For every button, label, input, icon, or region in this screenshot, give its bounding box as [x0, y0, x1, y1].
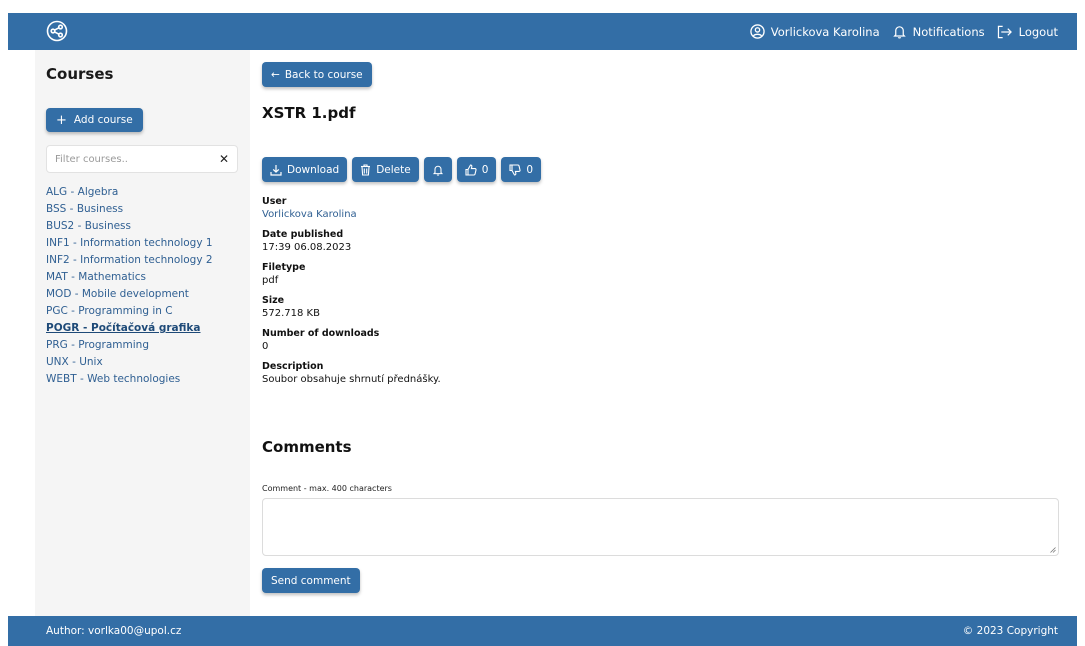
resize-grip-icon[interactable] — [1050, 547, 1056, 553]
footer-copyright: © 2023 Copyright — [962, 625, 1058, 637]
send-comment-button[interactable]: Send comment — [262, 568, 360, 593]
download-icon — [270, 164, 282, 176]
logout-link[interactable]: Logout — [997, 25, 1058, 39]
filetype-field: Filetype pdf — [262, 262, 441, 287]
date-published-field: Date published 17:39 06.08.2023 — [262, 229, 441, 254]
comment-textarea[interactable] — [262, 498, 1059, 556]
course-list: ALG - Algebra BSS - Business BUS2 - Busi… — [46, 184, 213, 388]
user-circle-icon — [750, 24, 765, 39]
add-course-button[interactable]: + Add course — [46, 108, 143, 132]
file-actions: Download Delete 0 0 — [262, 157, 546, 182]
field-value: pdf — [262, 275, 279, 286]
user-link[interactable]: Vorlickova Karolina — [262, 208, 441, 221]
like-button[interactable]: 0 — [456, 157, 497, 182]
course-item[interactable]: BSS - Business — [46, 201, 213, 218]
field-label: Number of downloads — [262, 328, 380, 339]
download-button[interactable]: Download — [262, 157, 348, 182]
field-value: 0 — [262, 341, 269, 352]
course-item[interactable]: INF1 - Information technology 1 — [46, 235, 213, 252]
field-label: Filetype — [262, 262, 306, 273]
share-logo-icon[interactable] — [46, 20, 68, 42]
course-item[interactable]: MAT - Mathematics — [46, 269, 213, 286]
courses-sidebar: Courses + Add course ✕ ALG - Algebra BSS… — [35, 50, 250, 616]
course-item[interactable]: ALG - Algebra — [46, 184, 213, 201]
course-item[interactable]: PGC - Programming in C — [46, 303, 213, 320]
field-value: Soubor obsahuje shrnutí přednášky. — [262, 374, 441, 385]
file-details: User Vorlickova Karolina Date published … — [262, 196, 441, 394]
field-label: Date published — [262, 229, 344, 240]
course-item[interactable]: WEBT - Web technologies — [46, 371, 213, 388]
logout-icon — [997, 25, 1012, 38]
filter-courses-input[interactable] — [47, 146, 207, 172]
delete-label: Delete — [376, 163, 411, 176]
downloads-field: Number of downloads 0 — [262, 328, 441, 353]
comment-label: Comment - max. 400 characters — [262, 484, 392, 493]
comments-title: Comments — [262, 438, 352, 456]
field-label: Size — [262, 295, 285, 306]
back-to-course-button[interactable]: ← Back to course — [262, 62, 372, 87]
logout-label: Logout — [1018, 24, 1058, 39]
dislike-count: 0 — [526, 163, 534, 176]
course-item[interactable]: UNX - Unix — [46, 354, 213, 371]
send-comment-label: Send comment — [271, 574, 351, 587]
description-field: Description Soubor obsahuje shrnutí před… — [262, 361, 441, 386]
file-title: XSTR 1.pdf — [262, 104, 356, 122]
course-item[interactable]: MOD - Mobile development — [46, 286, 213, 303]
dislike-button[interactable]: 0 — [501, 157, 542, 182]
trash-icon — [361, 163, 371, 176]
footer-author: Author: vorlka00@upol.cz — [46, 625, 182, 637]
thumbs-down-icon — [509, 163, 521, 176]
arrow-left-icon: ← — [271, 68, 280, 81]
user-field: User Vorlickova Karolina — [262, 196, 441, 221]
footer: Author: vorlka00@upol.cz © 2023 Copyrigh… — [8, 616, 1077, 646]
subscribe-notification-button[interactable] — [423, 157, 452, 182]
field-value: 572.718 KB — [262, 308, 320, 319]
user-profile-link[interactable]: Vorlickova Karolina — [750, 24, 880, 39]
file-detail-main: ← Back to course XSTR 1.pdf Download Del… — [262, 50, 1059, 616]
field-label: User — [262, 196, 287, 207]
notifications-link[interactable]: Notifications — [892, 24, 985, 39]
top-navbar: Vorlickova Karolina Notifications Logout — [8, 13, 1077, 50]
add-course-label: Add course — [73, 114, 133, 126]
filter-courses-field: ✕ — [46, 145, 238, 173]
clear-filter-icon[interactable]: ✕ — [219, 152, 229, 166]
course-item[interactable]: BUS2 - Business — [46, 218, 213, 235]
back-label: Back to course — [284, 68, 363, 81]
thumbs-up-icon — [465, 163, 477, 176]
notifications-label: Notifications — [912, 24, 985, 39]
plus-icon: + — [56, 112, 67, 128]
course-item[interactable]: PRG - Programming — [46, 337, 213, 354]
top-nav-items: Vorlickova Karolina Notifications Logout — [738, 13, 1058, 50]
field-value: 17:39 06.08.2023 — [262, 242, 352, 253]
sidebar-title: Courses — [46, 65, 114, 83]
size-field: Size 572.718 KB — [262, 295, 441, 320]
delete-button[interactable]: Delete — [352, 157, 419, 182]
download-label: Download — [287, 163, 340, 176]
field-label: Description — [262, 361, 324, 372]
course-item-active[interactable]: POGR - Počítačová grafika — [46, 320, 213, 337]
like-count: 0 — [481, 163, 489, 176]
bell-icon — [892, 26, 906, 39]
user-name: Vorlickova Karolina — [770, 24, 880, 39]
course-item[interactable]: INF2 - Information technology 2 — [46, 252, 213, 269]
bell-icon — [432, 165, 443, 176]
